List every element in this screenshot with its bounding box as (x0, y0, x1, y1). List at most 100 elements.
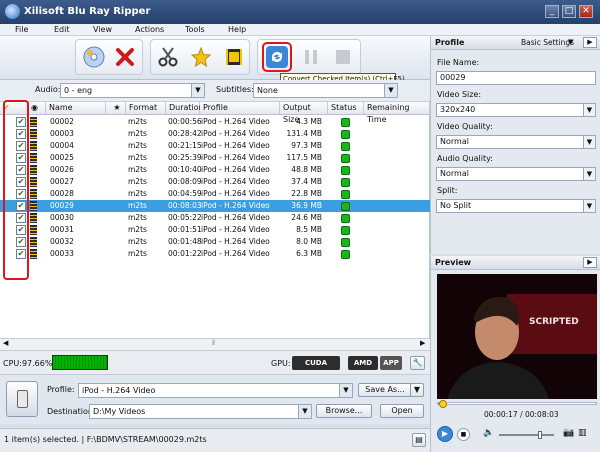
add-disc-icon[interactable] (79, 42, 109, 72)
table-row[interactable]: ✔ 00030 m2ts 00:05:22 iPod - H.264 Video 24.6… (0, 212, 430, 224)
menu-edit[interactable]: Edit (54, 25, 70, 34)
menu-tools[interactable]: Tools (185, 25, 205, 34)
app-button[interactable]: APP (380, 356, 402, 370)
row-format: m2ts (128, 189, 147, 198)
scroll-left-icon[interactable]: ◀ (3, 339, 8, 347)
amd-button[interactable]: AMD (348, 356, 378, 370)
audio-quality-label: Audio Quality: (437, 154, 493, 163)
save-as-button[interactable]: Save As... (358, 383, 412, 397)
convert-icon[interactable] (262, 42, 292, 72)
scroll-right-icon[interactable]: ▶ (420, 339, 425, 347)
pause-icon[interactable] (296, 42, 326, 72)
menu-actions[interactable]: Actions (135, 25, 164, 34)
audio-value: 0 - eng (64, 86, 93, 95)
row-output-size: 117.5 MB (286, 153, 322, 162)
video-preview[interactable]: SCRIPTED (437, 274, 597, 399)
subtitles-select[interactable]: None ▼ (253, 83, 398, 98)
status-ok-icon (341, 142, 350, 151)
table-row[interactable]: ✔ 00028 m2ts 00:04:59 iPod - H.264 Video 22.8… (0, 188, 430, 200)
expand-arrow-icon[interactable]: ▶ (583, 257, 597, 268)
table-row[interactable]: ✔ 00003 m2ts 00:28:42 iPod - H.264 Video 131.… (0, 128, 430, 140)
snapshot-folder-icon[interactable]: ▥ (578, 428, 587, 438)
table-row[interactable]: ✔ 00004 m2ts 00:21:15 iPod - H.264 Video 97.3… (0, 140, 430, 152)
play-button[interactable]: ▶ (437, 426, 453, 442)
playback-position-knob[interactable] (438, 400, 447, 408)
row-output-size: 4.3 MB (296, 117, 322, 126)
row-profile: iPod - H.264 Video (201, 189, 270, 198)
header-format[interactable]: Format (126, 102, 166, 115)
profile-select[interactable]: iPod - H.264 Video ▼ (78, 383, 353, 398)
volume-knob[interactable] (538, 431, 543, 439)
effect-star-icon[interactable] (186, 42, 216, 72)
header-duration[interactable]: Duration (166, 102, 204, 115)
table-row[interactable]: ✔ 00031 m2ts 00:01:51 iPod - H.264 Video 8.5 … (0, 224, 430, 236)
row-duration: 00:00:56 (168, 117, 202, 126)
table-row[interactable]: ✔ 00026 m2ts 00:10:40 iPod - H.264 Video 48.8… (0, 164, 430, 176)
video-quality-value: Normal (440, 137, 469, 146)
row-profile: iPod - H.264 Video (201, 117, 270, 126)
chevron-down-icon[interactable]: ▼ (568, 38, 573, 46)
row-duration: 00:10:40 (168, 165, 202, 174)
add-output-profile-icon[interactable] (219, 42, 249, 72)
row-profile: iPod - H.264 Video (201, 225, 270, 234)
video-size-select[interactable]: 320x240 ▼ (436, 103, 596, 117)
stop-icon[interactable] (328, 42, 358, 72)
stop-button[interactable]: ■ (457, 428, 470, 441)
destination-select[interactable]: D:\My Videos ▼ (89, 404, 312, 419)
film-icon (30, 129, 37, 139)
header-output-size[interactable]: Output Size (280, 102, 328, 124)
open-button[interactable]: Open (380, 404, 424, 418)
row-format: m2ts (128, 153, 147, 162)
expand-arrow-icon[interactable]: ▶ (583, 37, 597, 48)
gpu-label: GPU: (271, 359, 291, 368)
wrench-icon[interactable]: 🔧 (410, 356, 425, 370)
status-bar: 1 item(s) selected. | F:\BDMV\STREAM\000… (0, 428, 430, 452)
row-output-size: 48.8 MB (291, 165, 322, 174)
table-row[interactable]: ✔ 00027 m2ts 00:08:09 iPod - H.264 Video 37.4… (0, 176, 430, 188)
cpu-graph (52, 355, 108, 370)
row-duration: 00:21:15 (168, 141, 202, 150)
header-status[interactable]: Status (328, 102, 364, 115)
table-row[interactable]: ✔ 00032 m2ts 00:01:48 iPod - H.264 Video 8.0 … (0, 236, 430, 248)
snapshot-icon[interactable]: 📷 (563, 428, 574, 438)
film-icon (30, 177, 37, 187)
table-row[interactable]: ✔ 00025 m2ts 00:25:39 iPod - H.264 Video 117.… (0, 152, 430, 164)
table-row[interactable]: ✔ 00033 m2ts 00:01:22 iPod - H.264 Video 6.3 … (0, 248, 430, 260)
maximize-button[interactable]: □ (562, 5, 576, 18)
audio-select[interactable]: 0 - eng ▼ (60, 83, 205, 98)
log-icon[interactable]: ▤ (412, 433, 426, 447)
menu-help[interactable]: Help (228, 25, 246, 34)
film-icon (30, 237, 37, 247)
playback-progress-track[interactable] (437, 402, 597, 405)
remove-icon[interactable] (110, 42, 140, 72)
video-quality-select[interactable]: Normal ▼ (436, 135, 596, 149)
header-remaining-time[interactable]: Remaining Time (364, 102, 430, 124)
browse-button[interactable]: Browse... (316, 404, 372, 418)
film-icon (30, 141, 37, 151)
header-star[interactable]: ★ (106, 102, 126, 115)
table-row[interactable]: ✔ 00002 m2ts 00:00:56 iPod - H.264 Video 4.3 … (0, 116, 430, 128)
minimize-button[interactable]: _ (545, 5, 559, 18)
profile-panel: Profile Basic Settings ▼ ▶ File Name: 00… (430, 36, 600, 254)
save-as-dropdown[interactable]: ▼ (410, 383, 424, 397)
menu-file[interactable]: File (15, 25, 28, 34)
header-profile[interactable]: Profile (200, 102, 280, 115)
volume-slider[interactable] (499, 434, 554, 436)
file-name-input[interactable]: 00029 (436, 71, 596, 85)
status-ok-icon (341, 166, 350, 175)
table-row[interactable]: ✔ 00029 m2ts 00:08:03 iPod - H.264 Video 36.9… (0, 200, 430, 212)
audio-quality-select[interactable]: Normal ▼ (436, 167, 596, 181)
horizontal-scrollbar[interactable]: ◀ ⦀ ▶ (0, 338, 430, 350)
header-name[interactable]: Name (46, 102, 106, 115)
basic-settings-dropdown[interactable]: Basic Settings (521, 38, 574, 47)
close-button[interactable]: ✕ (579, 5, 593, 18)
cuda-button[interactable]: CUDA (292, 356, 340, 370)
menu-view[interactable]: View (93, 25, 112, 34)
ipod-device-icon[interactable] (6, 381, 38, 417)
clip-scissors-icon[interactable] (153, 42, 183, 72)
preview-title: Preview (435, 258, 472, 267)
split-select[interactable]: No Split ▼ (436, 199, 596, 213)
volume-icon[interactable]: 🔈 (483, 428, 494, 438)
scroll-thumb[interactable]: ⦀ (212, 339, 215, 348)
row-duration: 00:01:22 (168, 249, 202, 258)
